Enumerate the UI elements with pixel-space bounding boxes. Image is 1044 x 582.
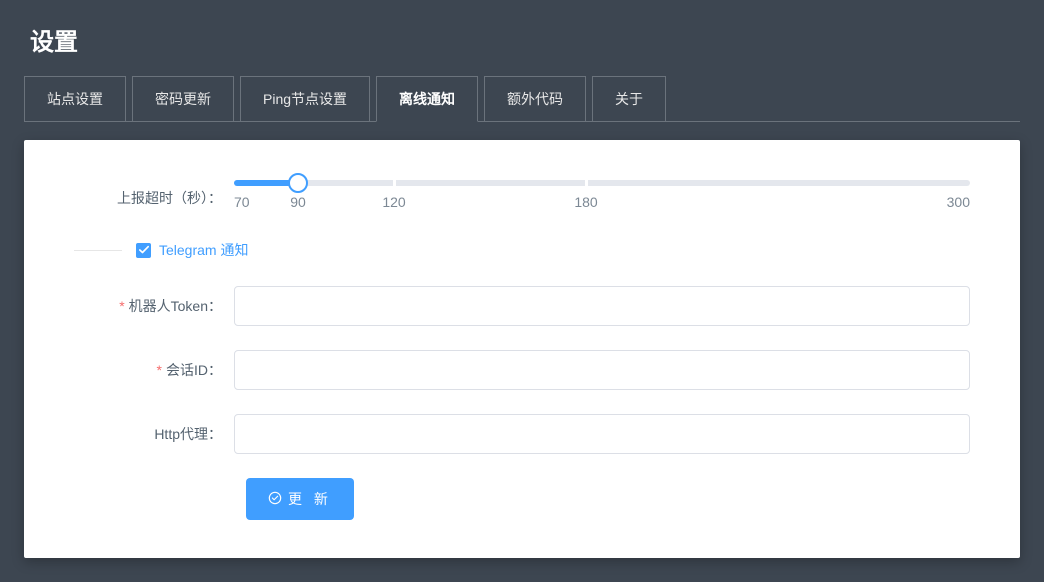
slider-mark: 180 xyxy=(574,194,597,210)
chat-id-label: *会话ID： xyxy=(74,360,234,380)
check-circle-icon xyxy=(268,491,282,508)
token-input[interactable] xyxy=(234,286,970,326)
telegram-checkbox-label: Telegram 通知 xyxy=(159,240,248,260)
divider-line xyxy=(74,250,122,251)
slider-marks: 70 90 120 180 300 xyxy=(234,194,970,216)
proxy-input[interactable] xyxy=(234,414,970,454)
slider-stop xyxy=(585,180,588,186)
slider-stop xyxy=(297,180,300,186)
token-label: *机器人Token： xyxy=(74,296,234,316)
page-title: 设置 xyxy=(24,0,1020,75)
slider-mark: 90 xyxy=(290,194,306,210)
tab-2[interactable]: Ping节点设置 xyxy=(240,76,370,122)
slider-mark: 70 xyxy=(234,194,250,210)
tabs: 站点设置密码更新Ping节点设置离线通知额外代码关于 xyxy=(24,75,1020,122)
slider-mark: 300 xyxy=(947,194,970,210)
proxy-row: Http代理： xyxy=(74,414,970,454)
token-row: *机器人Token： xyxy=(74,286,970,326)
telegram-section-header: Telegram 通知 xyxy=(74,240,970,260)
chat-id-row: *会话ID： xyxy=(74,350,970,390)
settings-panel: 上报超时（秒）： 70 90 120 180 300 Telegram 通知 xyxy=(24,140,1020,558)
timeout-slider[interactable]: 70 90 120 180 300 xyxy=(234,180,970,216)
tab-1[interactable]: 密码更新 xyxy=(132,76,234,122)
tab-5[interactable]: 关于 xyxy=(592,76,666,122)
chat-id-input[interactable] xyxy=(234,350,970,390)
tab-4[interactable]: 额外代码 xyxy=(484,76,586,122)
check-icon xyxy=(136,243,151,258)
submit-row: 更 新 xyxy=(74,478,970,520)
update-button-label: 更 新 xyxy=(288,489,332,509)
timeout-row: 上报超时（秒）： 70 90 120 180 300 xyxy=(74,180,970,216)
timeout-label: 上报超时（秒）： xyxy=(74,188,234,208)
proxy-label: Http代理： xyxy=(74,424,234,444)
tab-3[interactable]: 离线通知 xyxy=(376,76,478,122)
telegram-checkbox[interactable]: Telegram 通知 xyxy=(122,240,262,260)
slider-track[interactable] xyxy=(234,180,970,186)
tab-0[interactable]: 站点设置 xyxy=(24,76,126,122)
update-button[interactable]: 更 新 xyxy=(246,478,354,520)
slider-mark: 120 xyxy=(382,194,405,210)
slider-stop xyxy=(393,180,396,186)
